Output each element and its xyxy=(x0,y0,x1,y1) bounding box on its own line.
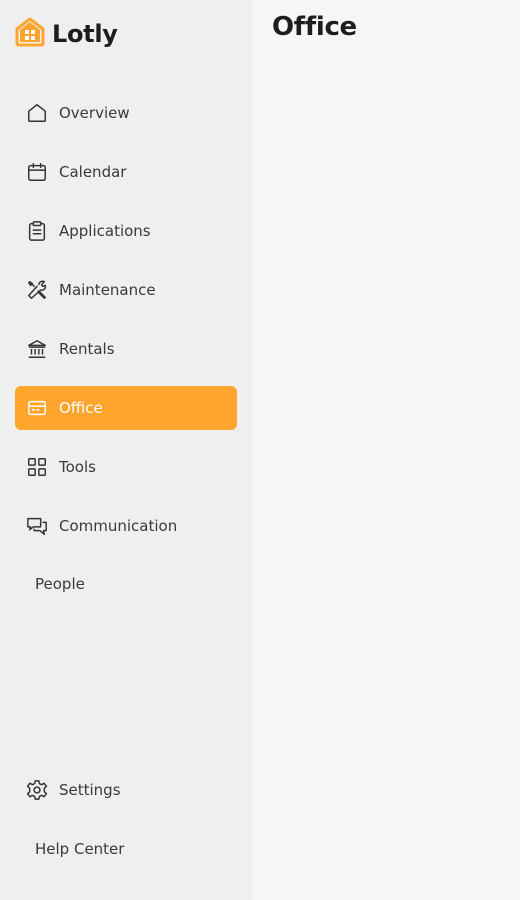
sidebar-item-label: Communication xyxy=(59,517,178,535)
sidebar-item-rentals[interactable]: Rentals xyxy=(15,327,237,371)
app-window: Lotly Overview Calendar Applications Mai… xyxy=(0,0,520,900)
sidebar-item-communication[interactable]: Communication xyxy=(15,504,237,548)
main-content: Office xyxy=(252,0,520,900)
sidebar-item-label: People xyxy=(35,575,85,593)
sidebar-item-label: Maintenance xyxy=(59,281,156,299)
sidebar-item-office[interactable]: Office xyxy=(15,386,237,430)
sidebar-item-label: Calendar xyxy=(59,163,127,181)
sidebar-item-maintenance[interactable]: Maintenance xyxy=(15,268,237,312)
sidebar-item-label: Help Center xyxy=(35,840,125,858)
sidebar: Lotly Overview Calendar Applications Mai… xyxy=(0,0,252,900)
sidebar-item-label: Rentals xyxy=(59,340,115,358)
brand-logo[interactable]: Lotly xyxy=(14,14,118,50)
sidebar-item-label: Overview xyxy=(59,104,130,122)
sidebar-item-people[interactable]: People xyxy=(15,562,237,606)
calendar-icon xyxy=(25,160,49,184)
clipboard-icon xyxy=(25,219,49,243)
sidebar-item-settings[interactable]: Settings xyxy=(15,768,237,812)
page-title: Office xyxy=(272,12,357,42)
sidebar-item-calendar[interactable]: Calendar xyxy=(15,150,237,194)
home-icon xyxy=(25,101,49,125)
house-icon xyxy=(15,17,45,47)
gear-icon xyxy=(25,778,49,802)
sidebar-item-label: Office xyxy=(59,399,103,417)
brand-name: Lotly xyxy=(52,20,118,48)
sidebar-item-label: Tools xyxy=(59,458,96,476)
tools-icon xyxy=(25,278,49,302)
sidebar-item-overview[interactable]: Overview xyxy=(15,91,237,135)
sidebar-item-label: Settings xyxy=(59,781,121,799)
sidebar-item-tools[interactable]: Tools xyxy=(15,445,237,489)
card-icon xyxy=(25,396,49,420)
sidebar-item-applications[interactable]: Applications xyxy=(15,209,237,253)
bank-icon xyxy=(25,337,49,361)
sidebar-item-help-center[interactable]: Help Center xyxy=(15,827,237,871)
grid-icon xyxy=(25,455,49,479)
chat-icon xyxy=(25,514,49,538)
sidebar-item-label: Applications xyxy=(59,222,151,240)
